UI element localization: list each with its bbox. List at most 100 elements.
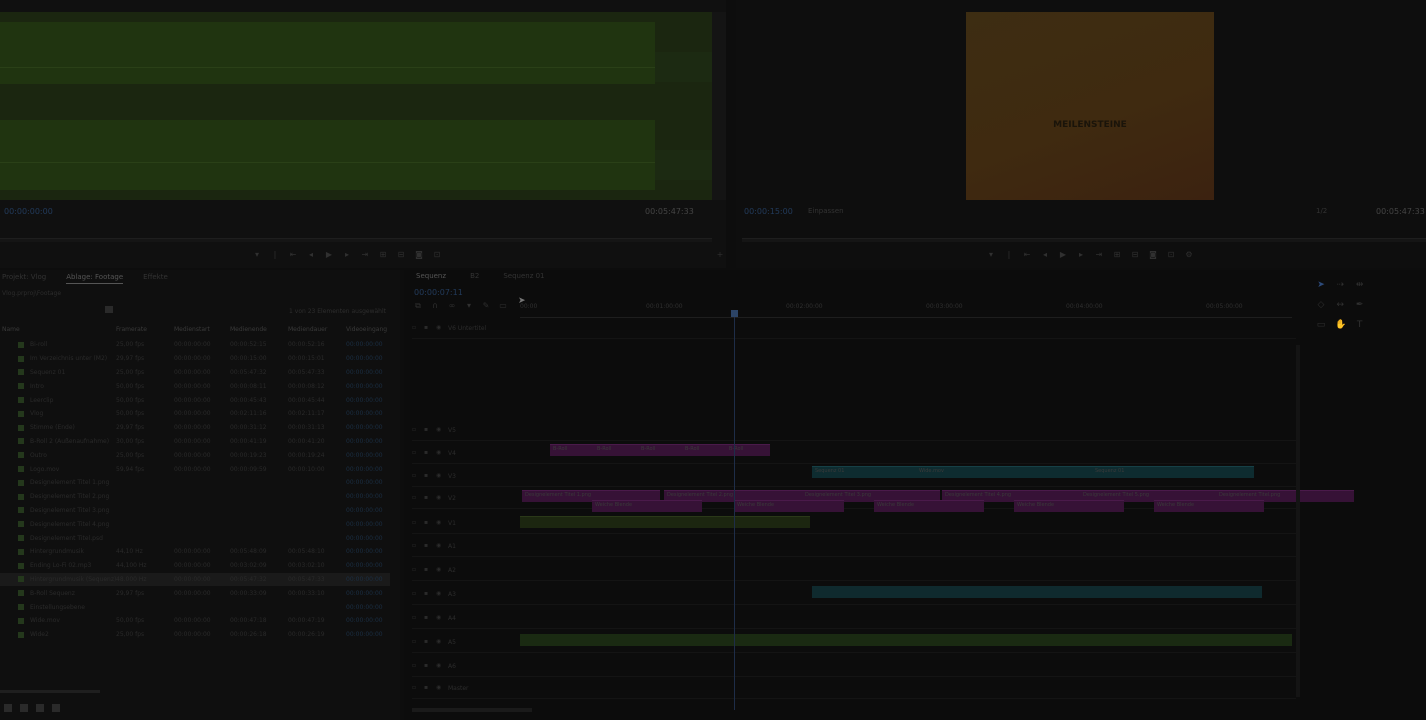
- toggle-sync-icon[interactable]: ▪: [424, 615, 430, 621]
- go-to-in-icon[interactable]: ⇤: [1022, 250, 1032, 260]
- project-item-row[interactable]: Leerclip 50,00 fps 00:00:00:00 00:00:45:43 0…: [0, 393, 390, 407]
- step-back-icon[interactable]: ◂: [306, 250, 316, 260]
- freeform-view-icon[interactable]: [52, 704, 60, 712]
- broll-clip[interactable]: B-Roll: [550, 444, 594, 456]
- linked-selection-icon[interactable]: ∞: [448, 302, 456, 310]
- tab-sequence[interactable]: Sequenz: [416, 272, 446, 280]
- step-forward-icon[interactable]: ▸: [1076, 250, 1086, 260]
- play-icon[interactable]: ▶: [324, 250, 334, 260]
- settings-icon[interactable]: ⚙: [1184, 250, 1194, 260]
- project-item-row[interactable]: Designelement Titel.psd 00:00:00:00: [0, 531, 390, 545]
- track-header[interactable]: ▫ ▪ ◉ V4: [412, 445, 512, 461]
- captions-icon[interactable]: ▭: [499, 302, 507, 310]
- project-item-row[interactable]: Bi-roll 25,00 fps 00:00:00:00 00:00:52:15 00…: [0, 338, 390, 352]
- project-item-row[interactable]: Hintergrundmusik (Sequenz) 48.000 Hz 00:00…: [0, 572, 390, 587]
- tab-footage-bin[interactable]: Ablage: Footage: [66, 270, 124, 284]
- list-view-icon[interactable]: [20, 704, 28, 712]
- track-header[interactable]: ▫ ▪ ◉ A4: [412, 610, 512, 626]
- settings-icon[interactable]: ⊡: [432, 250, 442, 260]
- track-header[interactable]: ▫ ▪ ◉ V5: [412, 422, 512, 438]
- eye-icon[interactable]: ◉: [436, 567, 442, 573]
- lock-icon[interactable]: ▫: [412, 473, 418, 479]
- export-frame-icon[interactable]: ◙: [414, 250, 424, 260]
- column-name[interactable]: Name: [0, 326, 116, 336]
- eye-icon[interactable]: ◉: [436, 427, 442, 433]
- program-time-ruler[interactable]: [742, 238, 1426, 242]
- go-to-out-icon[interactable]: ⇥: [360, 250, 370, 260]
- audio-clip[interactable]: [812, 586, 1262, 598]
- eye-icon[interactable]: ◉: [436, 325, 442, 331]
- track-header[interactable]: ▫ ▪ ◉ Master: [412, 680, 512, 696]
- zoom-select[interactable]: Einpassen: [808, 207, 844, 215]
- track-select-icon[interactable]: ⇢: [1335, 280, 1345, 290]
- transition-clip[interactable]: Weiche Blende: [1154, 500, 1264, 512]
- column-media-duration[interactable]: Mediendauer: [288, 326, 346, 336]
- mark-in-icon[interactable]: ▾: [252, 250, 262, 260]
- eye-icon[interactable]: ◉: [436, 663, 442, 669]
- column-framerate[interactable]: Framerate: [116, 326, 174, 336]
- project-item-row[interactable]: Intro 50,00 fps 00:00:00:00 00:00:08:11 00:0…: [0, 379, 390, 393]
- step-back-icon[interactable]: ◂: [1040, 250, 1050, 260]
- timeline-timecode[interactable]: 00:00:07:11: [414, 288, 463, 297]
- audio-waveform[interactable]: [0, 12, 712, 200]
- go-to-out-icon[interactable]: ⇥: [1094, 250, 1104, 260]
- audio-clip[interactable]: [520, 516, 810, 528]
- lock-icon[interactable]: ▫: [412, 663, 418, 669]
- toggle-sync-icon[interactable]: ▪: [424, 473, 430, 479]
- track-header[interactable]: ▫ ▪ ◉ A2: [412, 562, 512, 578]
- lock-icon[interactable]: ▫: [412, 427, 418, 433]
- resolution-select[interactable]: 1/2: [1316, 207, 1327, 215]
- toggle-sync-icon[interactable]: ▪: [424, 685, 430, 691]
- project-item-row[interactable]: Designelement Titel 2.png 00:00:00:00: [0, 490, 390, 504]
- v2-clip[interactable]: Sequenz 01: [1092, 466, 1254, 478]
- v2-clip[interactable]: Wide.mov: [916, 466, 1092, 478]
- project-item-row[interactable]: Designelement Titel 4.png 00:00:00:00: [0, 517, 390, 531]
- play-icon[interactable]: ▶: [1058, 250, 1068, 260]
- insert-icon[interactable]: ⊞: [378, 250, 388, 260]
- icon-view-icon[interactable]: [36, 704, 44, 712]
- go-to-in-icon[interactable]: ⇤: [288, 250, 298, 260]
- lock-icon[interactable]: ▫: [412, 520, 418, 526]
- broll-clip[interactable]: B-Roll: [726, 444, 770, 456]
- project-item-row[interactable]: B-Roll Sequenz 29,97 fps 00:00:00:00 00:00:…: [0, 586, 390, 600]
- mark-out-icon[interactable]: |: [270, 250, 280, 260]
- toggle-sync-icon[interactable]: ▪: [424, 639, 430, 645]
- eye-icon[interactable]: ◉: [436, 495, 442, 501]
- rectangle-tool-icon[interactable]: ▭: [1316, 320, 1326, 330]
- overwrite-icon[interactable]: ⊟: [396, 250, 406, 260]
- toggle-sync-icon[interactable]: ▪: [424, 663, 430, 669]
- timeline-ruler[interactable]: 00:00 00:01:00:00 00:02:00:00 00:03:00:00 00…: [520, 300, 1292, 318]
- program-frame[interactable]: MEILENSTEINE: [966, 12, 1214, 200]
- wrench-icon[interactable]: ✎: [482, 302, 490, 310]
- track-header[interactable]: ▫ ▪ ◉ A6: [412, 658, 512, 674]
- toggle-sync-icon[interactable]: ▪: [424, 543, 430, 549]
- project-item-row[interactable]: Outro 25,00 fps 00:00:00:00 00:00:19:23 00:0…: [0, 448, 390, 462]
- eye-icon[interactable]: ◉: [436, 591, 442, 597]
- mark-in-icon[interactable]: ▾: [986, 250, 996, 260]
- project-item-row[interactable]: Einstellungsebene 00:00:00:00: [0, 600, 390, 614]
- compare-icon[interactable]: ⊡: [1166, 250, 1176, 260]
- eye-icon[interactable]: ◉: [436, 639, 442, 645]
- tab-b2[interactable]: B2: [470, 272, 479, 280]
- track-header[interactable]: ▫ ▪ ◉ A3: [412, 586, 512, 602]
- lock-icon[interactable]: ▫: [412, 591, 418, 597]
- project-horizontal-scrollbar[interactable]: [0, 690, 100, 693]
- playhead-handle[interactable]: [731, 310, 738, 317]
- lock-icon[interactable]: ▫: [412, 450, 418, 456]
- track-header[interactable]: ▫ ▪ ◉ V2: [412, 490, 512, 506]
- v2-clip[interactable]: Sequenz 01: [812, 466, 916, 478]
- hand-tool-icon[interactable]: ✋: [1335, 320, 1346, 330]
- mark-out-icon[interactable]: |: [1004, 250, 1014, 260]
- broll-clip[interactable]: B-Roll: [638, 444, 682, 456]
- track-header[interactable]: ▫ ▪ ◉ V3: [412, 468, 512, 484]
- toggle-sync-icon[interactable]: ▪: [424, 567, 430, 573]
- toggle-sync-icon[interactable]: ▪: [424, 591, 430, 597]
- nest-icon[interactable]: ⧉: [414, 302, 422, 310]
- pen-tool-icon[interactable]: ✒: [1355, 300, 1365, 310]
- slip-tool-icon[interactable]: ↔: [1335, 300, 1345, 310]
- snap-icon[interactable]: ∩: [431, 302, 439, 310]
- transition-clip[interactable]: Weiche Blende: [592, 500, 702, 512]
- add-button-icon[interactable]: +: [715, 250, 725, 260]
- project-item-row[interactable]: Designelement Titel 1.png 00:00:00:00: [0, 476, 390, 490]
- project-item-row[interactable]: Hintergrundmusik 44,10 Hz 00:00:00:00 00:05…: [0, 545, 390, 559]
